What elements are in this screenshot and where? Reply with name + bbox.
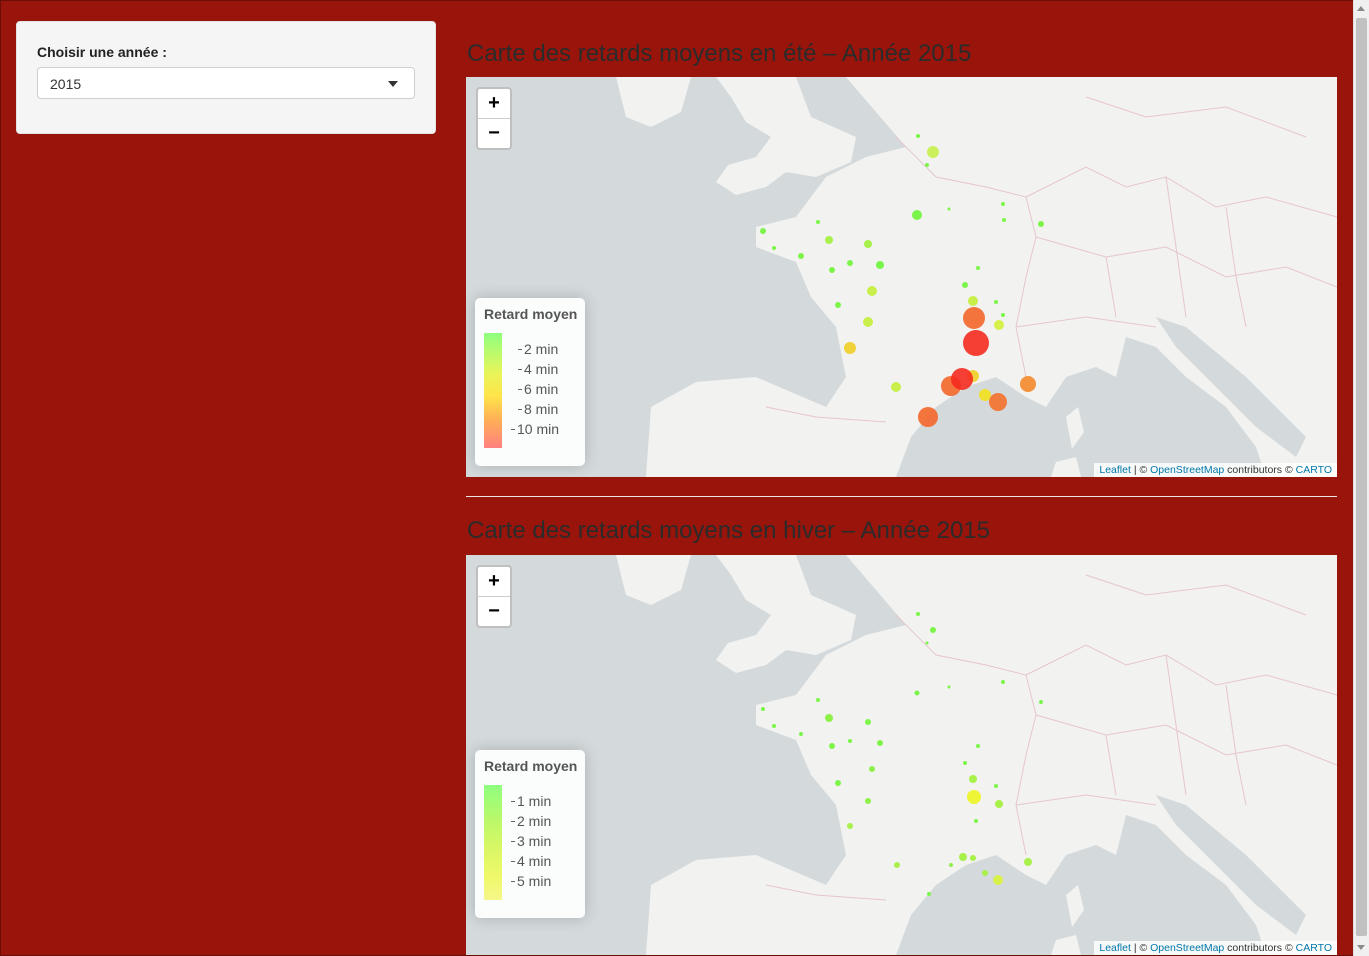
sidebar-panel: Choisir une année : 2015 <box>16 21 436 134</box>
leaflet-link[interactable]: Leaflet <box>1099 464 1131 476</box>
legend-tick: 6 min <box>517 381 559 397</box>
osm-link[interactable]: OpenStreetMap <box>1150 464 1224 476</box>
map-basemap <box>466 555 1337 955</box>
attribution-contrib: contributors © <box>1224 942 1296 954</box>
section-divider <box>466 496 1337 497</box>
legend-tick: 4 min <box>517 361 559 377</box>
legend-tick: 10 min <box>510 421 560 437</box>
legend-tick: 2 min <box>517 341 559 357</box>
attribution-contrib: contributors © <box>1224 464 1296 476</box>
map-attribution: Leaflet | © OpenStreetMap contributors ©… <box>1094 941 1337 955</box>
page-scrollbar[interactable] <box>1353 0 1369 956</box>
winter-legend: Retard moyen 1 min 2 min 3 min 4 min 5 m… <box>475 750 585 918</box>
winter-map[interactable]: + − Retard moyen 1 min 2 min 3 min 4 min… <box>466 555 1337 955</box>
summer-map[interactable]: + − Retard moyen 2 min 4 min 6 min 8 min… <box>466 77 1337 477</box>
zoom-out-button[interactable]: − <box>478 596 510 626</box>
zoom-in-button[interactable]: + <box>478 567 510 596</box>
winter-map-title: Carte des retards moyens en hiver – Anné… <box>467 517 990 544</box>
legend-colorbar <box>484 785 502 900</box>
winter-zoom-control: + − <box>476 565 512 628</box>
year-select-value: 2015 <box>50 76 82 92</box>
legend-tick: 1 min <box>510 793 552 809</box>
carto-link[interactable]: CARTO <box>1296 464 1332 476</box>
zoom-in-button[interactable]: + <box>478 89 510 118</box>
caret-down-icon[interactable] <box>388 81 398 87</box>
legend-tick: 5 min <box>510 873 552 889</box>
leaflet-link[interactable]: Leaflet <box>1099 942 1131 954</box>
scrollbar-thumb[interactable] <box>1356 18 1367 936</box>
legend-title: Retard moyen <box>484 758 578 774</box>
summer-legend: Retard moyen 2 min 4 min 6 min 8 min 10 … <box>475 298 585 466</box>
legend-tick: 8 min <box>517 401 559 417</box>
attribution-sep: | © <box>1130 942 1151 954</box>
summer-zoom-control: + − <box>476 87 512 150</box>
year-select-label: Choisir une année : <box>37 44 167 60</box>
osm-link[interactable]: OpenStreetMap <box>1150 942 1224 954</box>
map-attribution: Leaflet | © OpenStreetMap contributors ©… <box>1094 463 1337 477</box>
legend-colorbar <box>484 333 502 448</box>
legend-tick: 3 min <box>510 833 552 849</box>
scroll-down-icon[interactable] <box>1357 945 1365 950</box>
attribution-sep: | © <box>1130 464 1151 476</box>
carto-link[interactable]: CARTO <box>1296 942 1332 954</box>
year-select[interactable]: 2015 <box>37 67 415 99</box>
legend-title: Retard moyen <box>484 306 578 322</box>
zoom-out-button[interactable]: − <box>478 118 510 148</box>
scroll-up-icon[interactable] <box>1357 6 1365 11</box>
legend-tick: 2 min <box>510 813 552 829</box>
legend-tick: 4 min <box>510 853 552 869</box>
summer-map-title: Carte des retards moyens en été – Année … <box>467 40 972 67</box>
map-basemap <box>466 77 1337 477</box>
